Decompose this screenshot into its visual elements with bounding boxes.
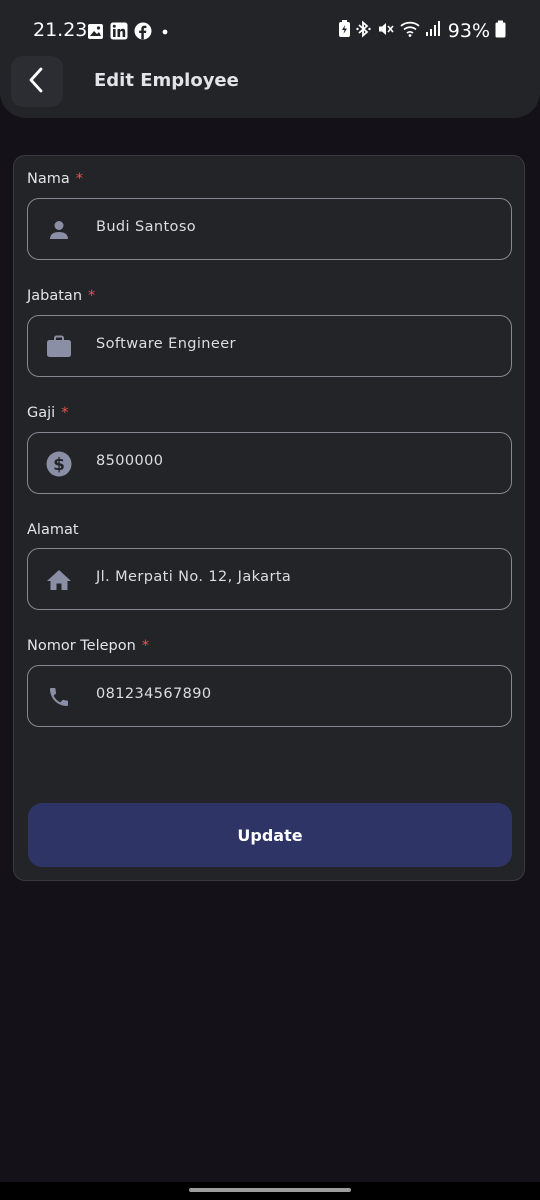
required-marker: * (75, 171, 83, 187)
gaji-label: Gaji * (27, 405, 69, 421)
signal-icon (425, 20, 441, 42)
mute-icon (377, 20, 395, 42)
alamat-field[interactable]: Jl. Merpati No. 12, Jakarta (27, 548, 512, 610)
jabatan-field[interactable]: Software Engineer (27, 315, 512, 377)
facebook-icon (134, 22, 152, 40)
linkedin-icon (110, 22, 128, 40)
home-indicator[interactable] (189, 1188, 351, 1192)
system-icons: 93% (338, 20, 506, 42)
required-marker: * (61, 405, 69, 421)
phone-icon (45, 683, 73, 711)
nomor-telepon-label: Nomor Telepon * (27, 638, 150, 654)
app-header: 21.23 93% Edit Employee (0, 0, 540, 118)
dollar-icon: $ (45, 450, 73, 478)
status-time: 21.23 (33, 19, 88, 41)
required-marker: * (141, 638, 150, 654)
battery-icon (495, 20, 506, 42)
person-icon (45, 216, 73, 244)
nama-field[interactable]: Budi Santoso (27, 198, 512, 260)
home-icon (45, 566, 73, 594)
status-bar: 21.23 93% (0, 0, 540, 58)
wifi-icon (400, 20, 420, 42)
nama-value: Budi Santoso (96, 219, 197, 235)
dot-icon (158, 24, 172, 38)
alamat-value: Jl. Merpati No. 12, Jakarta (96, 569, 292, 585)
briefcase-icon (45, 333, 73, 361)
nomor-telepon-field[interactable]: 081234567890 (27, 665, 512, 727)
update-button[interactable]: Update (28, 803, 512, 867)
nama-label: Nama * (27, 171, 83, 187)
chevron-left-icon (26, 67, 48, 97)
jabatan-label: Jabatan * (27, 288, 96, 304)
back-button[interactable] (11, 56, 63, 107)
gaji-value: 8500000 (96, 453, 164, 469)
jabatan-value: Software Engineer (96, 336, 236, 352)
battery-percent: 93% (447, 20, 490, 42)
nomor-telepon-value: 081234567890 (96, 686, 212, 702)
gaji-field[interactable]: $ 8500000 (27, 432, 512, 494)
alamat-label: Alamat (27, 522, 79, 538)
gallery-icon (87, 23, 104, 40)
svg-text:$: $ (53, 455, 65, 475)
notification-icons (87, 21, 172, 41)
required-marker: * (88, 288, 96, 304)
page-title: Edit Employee (94, 70, 239, 91)
battery-saver-icon (338, 20, 351, 42)
employee-form-card (13, 155, 525, 881)
bluetooth-icon (356, 20, 372, 42)
